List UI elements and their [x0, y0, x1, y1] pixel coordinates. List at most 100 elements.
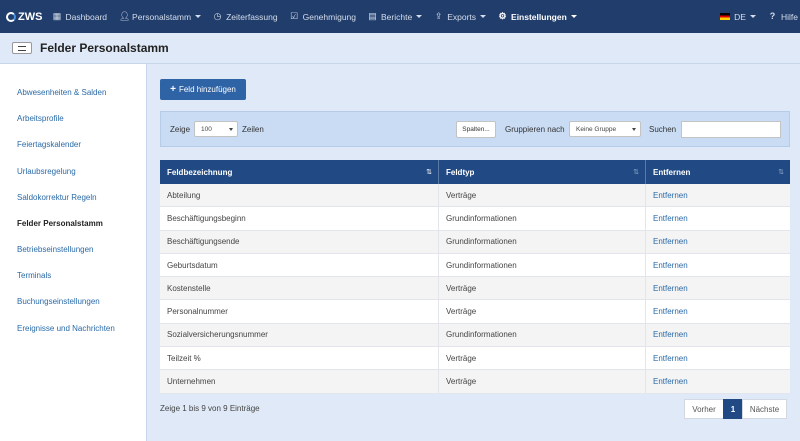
nav-label: Exports — [447, 11, 477, 22]
remove-link[interactable]: Entfernen — [646, 207, 790, 229]
table-row: Kostenstelle Verträge Entfernen — [160, 277, 790, 301]
remove-link[interactable]: Entfernen — [646, 347, 790, 369]
group-by-select[interactable]: Keine Gruppe — [569, 121, 641, 137]
nav-label: Einstellungen — [511, 11, 567, 22]
nav-label: Genehmigung — [302, 11, 357, 22]
user-icon: 👤︎ — [119, 11, 131, 21]
column-header-feldbezeichnung[interactable]: Feldbezeichnung ⇅ — [160, 160, 439, 184]
nav-label: Personalstamm — [132, 11, 192, 22]
sidebar-item-abwesenheiten[interactable]: Abwesenheiten & Salden — [17, 88, 106, 97]
filter-bar: Zeige 100 Zeilen Spalten... Gruppieren n… — [160, 111, 790, 147]
table-row: Sozialversicherungsnummer Grundinformati… — [160, 323, 790, 348]
sidebar-item-urlaubsregelung[interactable]: Urlaubsregelung — [17, 167, 76, 176]
german-flag-icon — [720, 13, 731, 20]
chevron-down-icon — [480, 15, 487, 18]
nav-label: Berichte — [381, 11, 413, 22]
document-icon: ▤ — [368, 11, 377, 21]
chevron-down-icon — [632, 128, 636, 131]
pagination-prev[interactable]: Vorher — [684, 399, 724, 419]
help-link[interactable]: ? Hilfe — [768, 12, 798, 22]
language-selector[interactable]: DE — [720, 12, 756, 22]
sort-ascending-icon: ⇅ — [426, 169, 432, 176]
export-icon: ⇪ — [434, 11, 443, 21]
rows-label: Zeilen — [242, 125, 264, 134]
column-header-feldtyp[interactable]: Feldtyp ⇅ — [439, 160, 646, 184]
logo-ring-icon — [6, 11, 16, 22]
table-header: Feldbezeichnung ⇅ Feldtyp ⇅ Entfernen ⇅ — [160, 160, 790, 184]
language-label: DE — [734, 11, 746, 22]
page-size-select[interactable]: 100 — [194, 121, 238, 137]
group-label: Gruppieren nach — [505, 125, 565, 134]
column-header-label: Feldbezeichnung — [167, 167, 233, 177]
cell-field-name: Geburtsdatum — [160, 253, 439, 277]
remove-link[interactable]: Entfernen — [646, 277, 790, 299]
chevron-down-icon — [195, 15, 202, 18]
nav-dashboard[interactable]: ▦ Dashboard — [52, 12, 107, 22]
nav-label: Dashboard — [65, 11, 108, 22]
nav-personalstamm[interactable]: 👤︎ Personalstamm — [119, 11, 202, 22]
sidebar-item-buchungseinstellungen[interactable]: Buchungseinstellungen — [17, 297, 100, 306]
top-navbar: ZWS ▦ Dashboard 👤︎ Personalstamm ◷ Zeite… — [0, 0, 800, 33]
sidebar-item-arbeitsprofile[interactable]: Arbeitsprofile — [17, 114, 64, 123]
check-icon: ☑ — [290, 11, 299, 21]
sidebar-item-terminals[interactable]: Terminals — [17, 271, 51, 280]
cell-field-name: Beschäftigungsende — [160, 230, 439, 253]
sidebar-item-feiertagskalender[interactable]: Feiertagskalender — [17, 140, 81, 149]
brand-logo[interactable]: ZWS — [6, 11, 42, 23]
remove-link[interactable]: Entfernen — [646, 231, 790, 253]
pagination-page-1[interactable]: 1 — [723, 399, 743, 419]
nav-genehmigung[interactable]: ☑ Genehmigung — [290, 12, 356, 22]
page-title: Felder Personalstamm — [40, 41, 169, 55]
sidebar-item-betriebseinstellungen[interactable]: Betriebseinstellungen — [17, 245, 94, 254]
remove-link[interactable]: Entfernen — [646, 324, 790, 346]
cell-field-name: Beschäftigungsbeginn — [160, 207, 439, 230]
remove-link[interactable]: Entfernen — [646, 184, 790, 206]
help-label: Hilfe — [780, 11, 798, 22]
table-row: Beschäftigungsbeginn Grundinformationen … — [160, 207, 790, 231]
sidebar-item-ereignisse[interactable]: Ereignisse und Nachrichten — [17, 324, 115, 333]
nav-zeiterfassung[interactable]: ◷ Zeiterfassung — [213, 12, 278, 22]
chevron-down-icon — [416, 15, 423, 18]
nav-exports[interactable]: ⇪ Exports — [434, 11, 487, 22]
cell-field-type: Grundinformationen — [439, 230, 646, 253]
add-field-button[interactable]: + Feld hinzufügen — [160, 79, 246, 100]
table-row: Unternehmen Verträge Entfernen — [160, 370, 790, 394]
remove-link[interactable]: Entfernen — [646, 254, 790, 276]
list-icon — [12, 42, 32, 54]
cell-field-type: Verträge — [439, 277, 646, 300]
question-icon: ? — [769, 11, 776, 21]
cell-field-type: Grundinformationen — [439, 323, 646, 347]
sort-icon: ⇅ — [633, 169, 639, 176]
pagination-next[interactable]: Nächste — [742, 399, 787, 419]
gear-icon: ⚙ — [498, 11, 507, 21]
search-input[interactable] — [681, 121, 781, 138]
sidebar-item-felder-personalstamm[interactable]: Felder Personalstamm — [17, 219, 103, 228]
add-field-label: Feld hinzufügen — [178, 85, 236, 94]
cell-field-name: Abteilung — [160, 184, 439, 207]
cell-field-type: Grundinformationen — [439, 253, 646, 277]
column-header-entfernen[interactable]: Entfernen ⇅ — [646, 160, 790, 184]
column-header-label: Entfernen — [653, 167, 691, 177]
table-row: Geburtsdatum Grundinformationen Entferne… — [160, 253, 790, 278]
cell-field-type: Verträge — [439, 347, 646, 370]
chevron-down-icon — [229, 128, 233, 131]
sidebar-item-saldokorrektur[interactable]: Saldokorrektur Regeln — [17, 193, 97, 202]
cell-field-type: Grundinformationen — [439, 207, 646, 230]
nav-berichte[interactable]: ▤ Berichte — [368, 11, 423, 22]
remove-link[interactable]: Entfernen — [646, 370, 790, 392]
nav-label: Zeiterfassung — [226, 11, 278, 22]
remove-link[interactable]: Entfernen — [646, 300, 790, 322]
cell-field-name: Personalnummer — [160, 300, 439, 323]
table-row: Teilzeit % Verträge Entfernen — [160, 347, 790, 371]
table-row: Personalnummer Verträge Entfernen — [160, 300, 790, 324]
chevron-down-icon — [749, 15, 756, 18]
cell-field-type: Verträge — [439, 184, 646, 207]
columns-button[interactable]: Spalten... — [456, 121, 496, 138]
pagination: Vorher 1 Nächste — [684, 399, 787, 419]
sidebar: Abwesenheiten & Salden Arbeitsprofile Fe… — [0, 64, 147, 441]
chevron-down-icon — [570, 15, 577, 18]
show-label: Zeige — [170, 125, 191, 134]
cell-field-name: Unternehmen — [160, 370, 439, 393]
sort-icon: ⇅ — [778, 169, 784, 176]
nav-einstellungen[interactable]: ⚙ Einstellungen — [498, 12, 577, 22]
